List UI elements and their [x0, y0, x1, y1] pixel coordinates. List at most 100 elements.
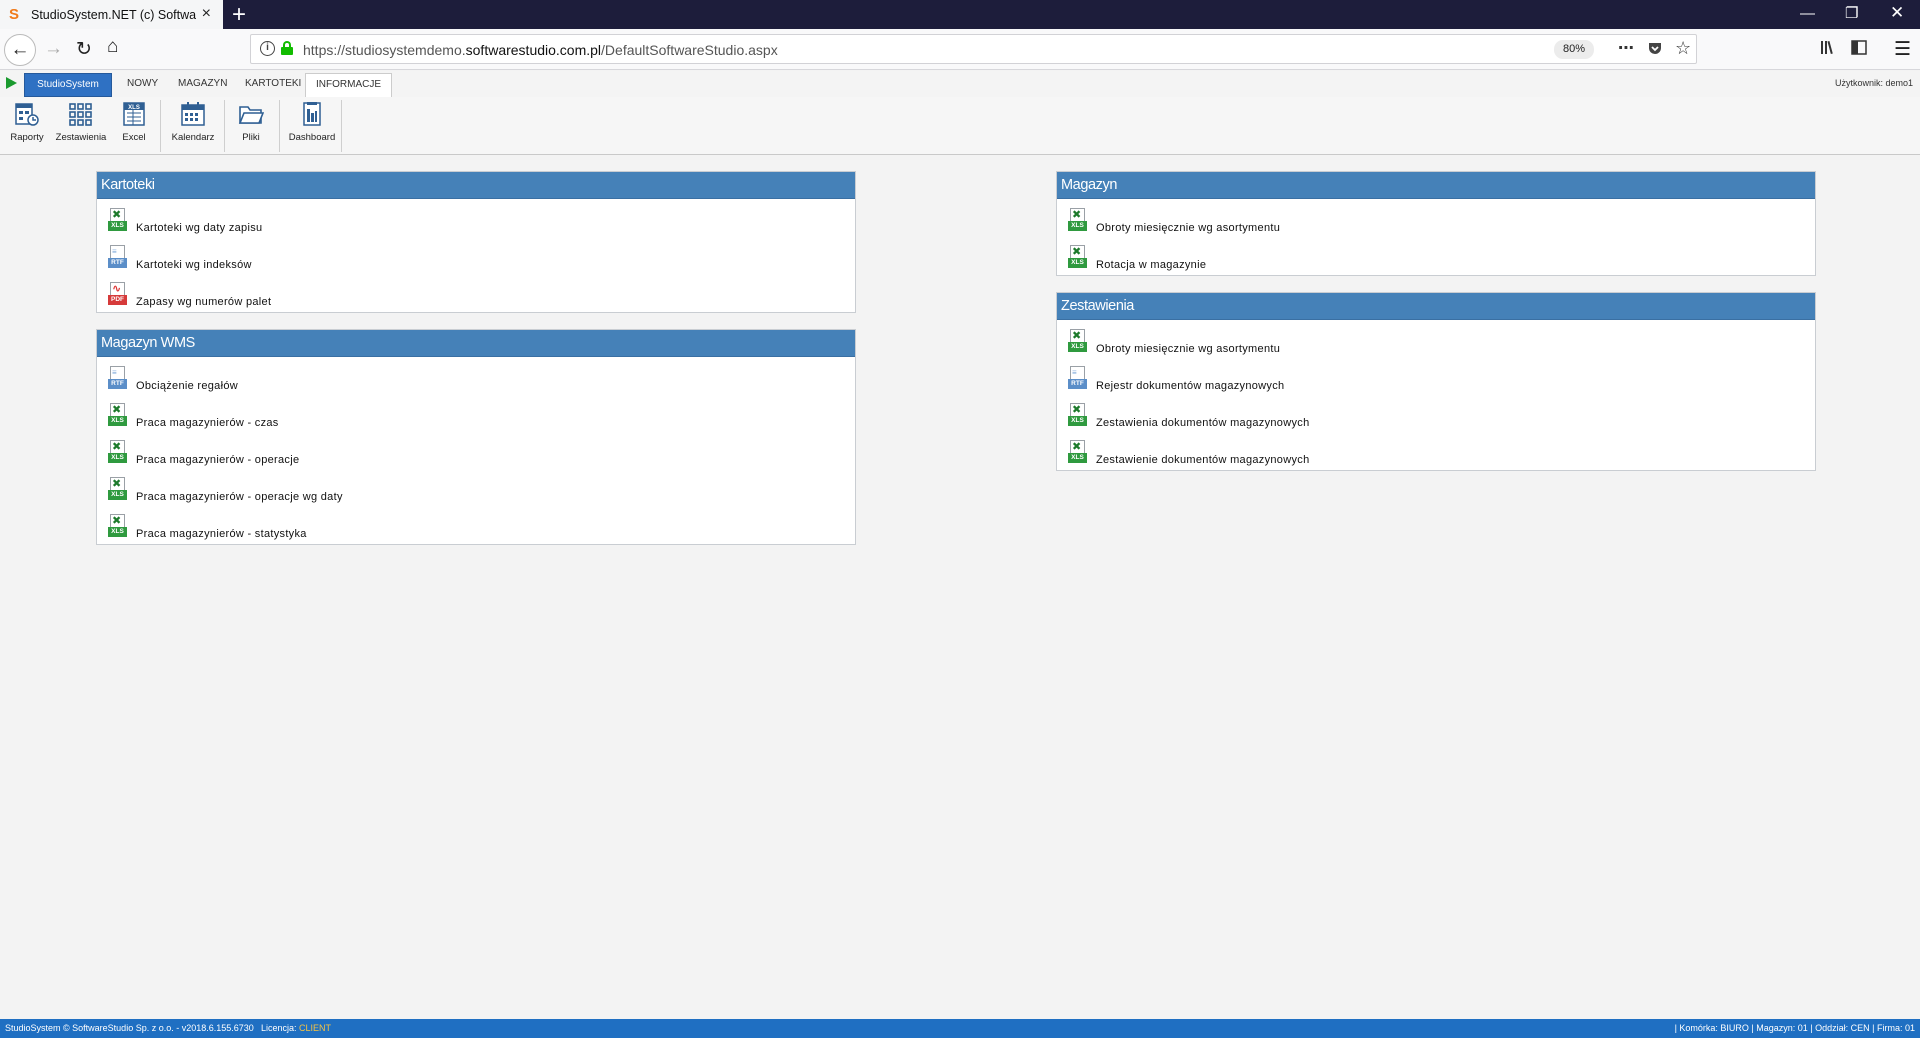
tab-magazyn[interactable]: MAGAZYN	[168, 73, 237, 97]
xls-file-icon: ✖ XLS	[1068, 440, 1087, 464]
report-link[interactable]: ✖ XLS Kartoteki wg daty zapisu	[97, 202, 855, 239]
report-link-label[interactable]: Obroty miesięcznie wg asortymentu	[1096, 222, 1280, 234]
rtf-file-icon: ≡ RTF	[108, 366, 127, 390]
dashboard-button[interactable]: Dashboard	[287, 101, 337, 151]
report-link-label[interactable]: Zestawienia dokumentów magazynowych	[1096, 417, 1310, 429]
minimize-window-icon[interactable]: —	[1800, 5, 1815, 22]
browser-tab[interactable]: S StudioSystem.NET (c) Software ×	[0, 0, 223, 29]
xls-file-icon: ✖ XLS	[108, 514, 127, 538]
tab-title: StudioSystem.NET (c) Software	[31, 7, 196, 22]
panel-magazyn-wms: Magazyn WMS ≡ RTF Obciążenie regałów ✖ XLS…	[96, 329, 856, 545]
panel-title: Magazyn WMS	[97, 330, 855, 357]
status-context: | Komórka: BIURO | Magazyn: 01 | Oddział…	[1674, 1023, 1915, 1033]
report-link-label[interactable]: Rotacja w magazynie	[1096, 259, 1206, 271]
kalendarz-button[interactable]: Kalendarz	[171, 101, 215, 151]
user-info: Użytkownik: demo1	[1834, 78, 1913, 88]
sidebar-icon[interactable]	[1851, 39, 1867, 61]
panel-magazyn: Magazyn ✖ XLS Obroty miesięcznie wg asort…	[1056, 171, 1816, 276]
menu-hamburger-icon[interactable]: ☰	[1894, 38, 1911, 61]
toolbar-label: Pliki	[242, 132, 260, 143]
info-icon[interactable]: i	[260, 41, 275, 56]
back-arrow-icon[interactable]: ←	[4, 34, 36, 66]
tab-nowy[interactable]: NOWY	[117, 73, 168, 97]
report-link[interactable]: ✖ XLS Obroty miesięcznie wg asortymentu	[1057, 323, 1815, 360]
bookmark-star-icon[interactable]: ☆	[1675, 38, 1691, 59]
report-link[interactable]: ✖ XLS Zestawienie dokumentów magazynowych	[1057, 434, 1815, 471]
pocket-icon[interactable]	[1647, 40, 1663, 61]
reports-icon	[14, 101, 40, 127]
svg-text:XLS: XLS	[128, 105, 140, 111]
calendar-icon	[180, 101, 206, 127]
report-link[interactable]: ✖ XLS Praca magazynierów - statystyka	[97, 508, 855, 545]
restore-window-icon[interactable]: ❐	[1845, 4, 1858, 22]
panel-zestawienia: Zestawienia ✖ XLS Obroty miesięcznie wg a…	[1056, 292, 1816, 471]
report-link[interactable]: ✖ XLS Zestawienia dokumentów magazynowych	[1057, 397, 1815, 434]
panel-title: Kartoteki	[97, 172, 855, 199]
close-window-icon[interactable]: ✕	[1890, 3, 1904, 23]
report-link[interactable]: ✖ XLS Rotacja w magazynie	[1057, 239, 1815, 276]
report-link[interactable]: ✖ XLS Praca magazynierów - czas	[97, 397, 855, 434]
report-link-label[interactable]: Zestawienie dokumentów magazynowych	[1096, 454, 1310, 466]
report-link[interactable]: ✖ XLS Praca magazynierów - operacje wg da…	[97, 471, 855, 508]
reload-icon[interactable]: ↻	[76, 38, 92, 61]
tab-informacje[interactable]: INFORMACJE	[305, 73, 392, 97]
report-link-label[interactable]: Praca magazynierów - operacje wg daty	[136, 491, 343, 503]
play-icon[interactable]	[6, 77, 17, 89]
report-link[interactable]: ≡ RTF Rejestr dokumentów magazynowych	[1057, 360, 1815, 397]
license-value: CLIENT	[299, 1023, 332, 1033]
grid-icon	[68, 101, 94, 127]
dashboard-icon	[299, 101, 325, 127]
report-link-label[interactable]: Obciążenie regałów	[136, 380, 238, 392]
report-link[interactable]: ✖ XLS Obroty miesięcznie wg asortymentu	[1057, 202, 1815, 239]
zestawienia-button[interactable]: Zestawienia	[55, 101, 107, 151]
new-tab-button[interactable]: +	[232, 1, 246, 29]
raporty-button[interactable]: Raporty	[8, 101, 46, 151]
page-actions-icon[interactable]: ⋯	[1618, 38, 1634, 58]
toolbar-separator	[341, 100, 342, 152]
report-link-label[interactable]: Kartoteki wg indeksów	[136, 259, 252, 271]
toolbar-label: Zestawienia	[55, 132, 107, 143]
report-link[interactable]: ≡ RTF Obciążenie regałów	[97, 360, 855, 397]
rtf-file-icon: ≡ RTF	[108, 245, 127, 269]
report-link[interactable]: ✖ XLS Praca magazynierów - operacje	[97, 434, 855, 471]
report-link[interactable]: ≡ RTF Kartoteki wg indeksów	[97, 239, 855, 276]
tab-kartoteki[interactable]: KARTOTEKI	[235, 73, 311, 97]
excel-icon: XLS	[121, 101, 147, 127]
report-link-label[interactable]: Praca magazynierów - czas	[136, 417, 279, 429]
folder-icon	[238, 101, 265, 127]
lock-icon[interactable]	[281, 41, 293, 55]
pliki-button[interactable]: Pliki	[235, 101, 267, 151]
toolbar-label: Kalendarz	[171, 132, 215, 143]
panel-list: ✖ XLS Kartoteki wg daty zapisu ≡ RTF Karto…	[97, 199, 855, 313]
panel-list: ✖ XLS Obroty miesięcznie wg asortymentu ✖…	[1057, 199, 1815, 276]
tab-studiosystem[interactable]: StudioSystem	[24, 73, 112, 97]
status-license: Licencja: CLIENT	[261, 1023, 332, 1033]
excel-button[interactable]: XLS Excel	[118, 101, 150, 151]
rtf-file-icon: ≡ RTF	[1068, 366, 1087, 390]
report-link-label[interactable]: Praca magazynierów - operacje	[136, 454, 299, 466]
xls-file-icon: ✖ XLS	[108, 208, 127, 232]
status-version: StudioSystem © SoftwareStudio Sp. z o.o.…	[5, 1023, 254, 1033]
xls-file-icon: ✖ XLS	[108, 440, 127, 464]
zoom-level-badge[interactable]: 80%	[1554, 40, 1594, 59]
toolbar-separator	[224, 100, 225, 152]
xls-file-icon: ✖ XLS	[1068, 208, 1087, 232]
address-bar[interactable]: i https://studiosystemdemo.softwarestudi…	[250, 34, 1697, 64]
toolbar-label: Dashboard	[288, 132, 336, 143]
toolbar-separator	[160, 100, 161, 152]
xls-file-icon: ✖ XLS	[1068, 329, 1087, 353]
report-link-label[interactable]: Obroty miesięcznie wg asortymentu	[1096, 343, 1280, 355]
report-link[interactable]: ∿ PDF Zapasy wg numerów palet	[97, 276, 855, 313]
home-icon[interactable]: ⌂	[107, 36, 118, 58]
forward-arrow-icon[interactable]: →	[44, 38, 63, 60]
panel-title: Magazyn	[1057, 172, 1815, 199]
status-bar: StudioSystem © SoftwareStudio Sp. z o.o.…	[0, 1019, 1920, 1038]
report-link-label[interactable]: Zapasy wg numerów palet	[136, 296, 271, 308]
url-text[interactable]: https://studiosystemdemo.softwarestudio.…	[303, 42, 778, 58]
library-icon[interactable]	[1820, 39, 1838, 61]
panel-list: ≡ RTF Obciążenie regałów ✖ XLS Praca magaz…	[97, 357, 855, 545]
report-link-label[interactable]: Praca magazynierów - statystyka	[136, 528, 307, 540]
close-tab-icon[interactable]: ×	[202, 5, 211, 23]
report-link-label[interactable]: Rejestr dokumentów magazynowych	[1096, 380, 1284, 392]
report-link-label[interactable]: Kartoteki wg daty zapisu	[136, 222, 262, 234]
